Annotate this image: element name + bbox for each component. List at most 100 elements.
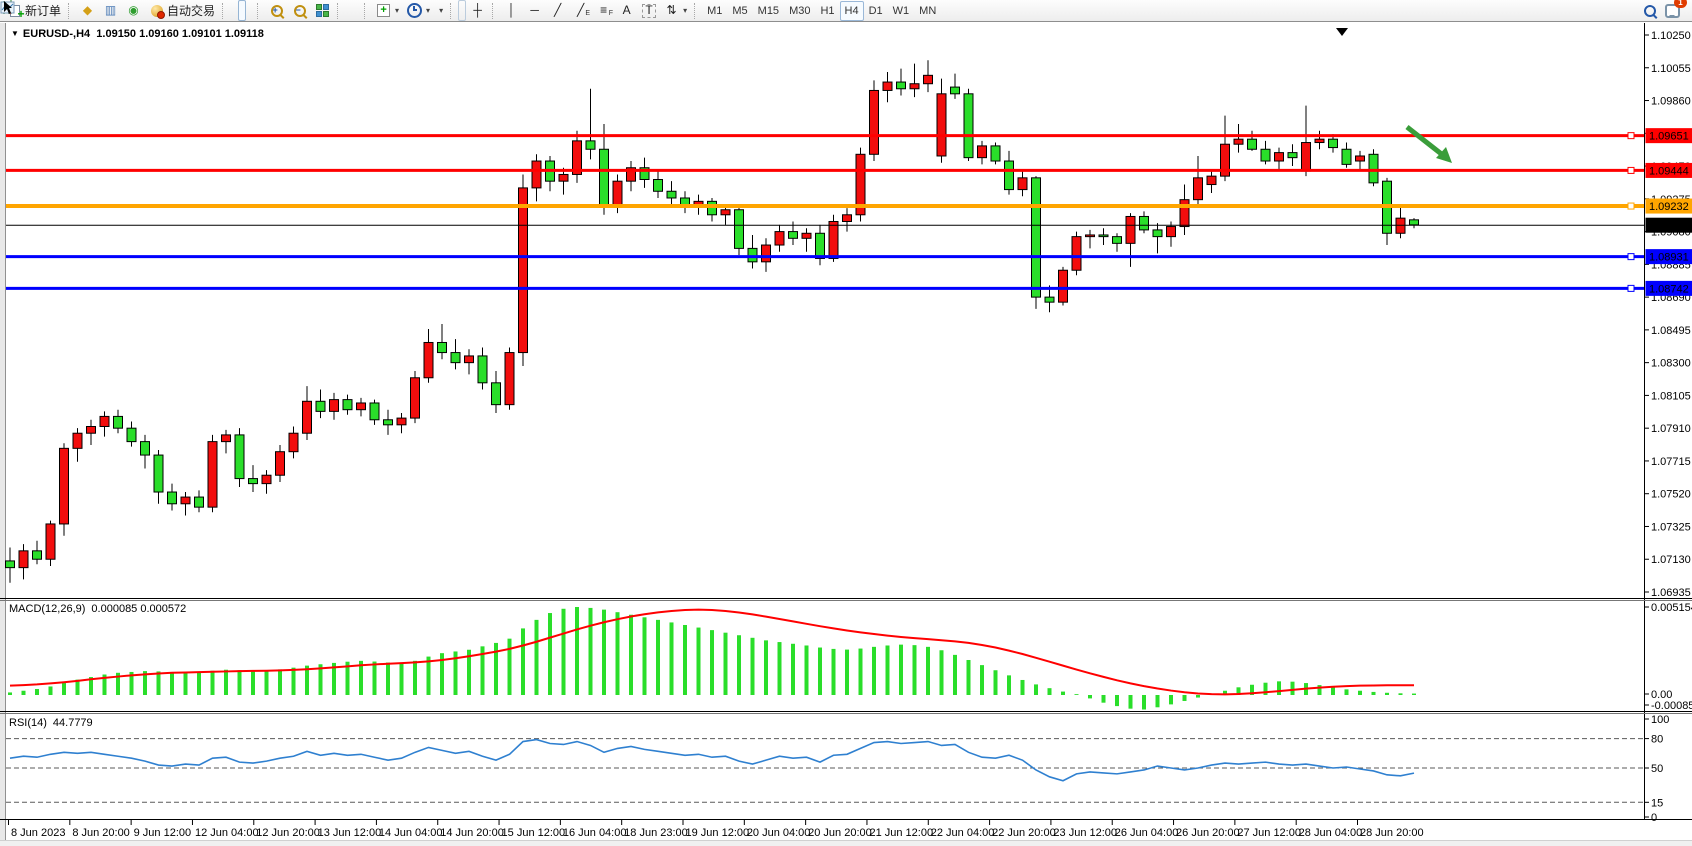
- market-watch-button[interactable]: ◆: [76, 0, 99, 21]
- candle: [937, 94, 946, 156]
- price-tick-label: 1.06935: [1651, 587, 1691, 599]
- candle: [397, 418, 406, 425]
- chart-canvas[interactable]: 1.102501.100551.098601.096651.094701.092…: [0, 0, 1692, 846]
- zoom-out-button[interactable]: −: [288, 0, 311, 21]
- candle: [33, 551, 42, 559]
- zoom-in-icon: +: [269, 3, 284, 18]
- hline-handle[interactable]: [1628, 133, 1634, 139]
- candlestick-chart-button[interactable]: [238, 0, 246, 21]
- vertical-line-button[interactable]: │: [500, 0, 523, 21]
- tile-windows-button[interactable]: [311, 0, 334, 21]
- time-axis-label: 28 Jun 04:00: [1299, 827, 1363, 839]
- candle: [1261, 149, 1270, 161]
- cursor-button[interactable]: [458, 0, 466, 21]
- timeframe-m5-button[interactable]: M5: [727, 1, 752, 21]
- line-chart-button[interactable]: [246, 0, 254, 21]
- time-axis-label: 22 Jun 04:00: [931, 827, 995, 839]
- text-tool-button[interactable]: A: [615, 0, 638, 21]
- hline-handle[interactable]: [1628, 285, 1634, 291]
- chart-symbol-period: EURUSD-,H4: [23, 28, 90, 40]
- candlestick-series: [6, 60, 1419, 583]
- candle: [424, 342, 433, 377]
- price-badge-label: 1.09444: [1649, 165, 1689, 177]
- rsi-tick-label: 0: [1651, 812, 1657, 824]
- timeframe-m15-button[interactable]: M15: [753, 1, 784, 21]
- fibonacci-button[interactable]: ≡F: [592, 0, 615, 21]
- candle: [559, 174, 568, 181]
- chat-button[interactable]: 1: [1661, 0, 1684, 21]
- timeframe-m1-button[interactable]: M1: [702, 1, 727, 21]
- candle: [816, 233, 825, 258]
- candle: [492, 383, 501, 405]
- timeframe-mn-button[interactable]: MN: [914, 1, 941, 21]
- candle: [195, 497, 204, 507]
- periods-button[interactable]: ▾: [403, 0, 434, 21]
- time-axis-label: 12 Jun 20:00: [256, 827, 320, 839]
- price-tick-label: 1.07130: [1651, 554, 1691, 566]
- timeframe-d1-button[interactable]: D1: [864, 1, 888, 21]
- toolbar-separator: [364, 3, 369, 19]
- candle: [208, 442, 217, 508]
- candle: [883, 82, 892, 90]
- time-axis-label: 26 Jun 04:00: [1115, 827, 1179, 839]
- candle: [586, 141, 595, 149]
- timeframe-h1-button[interactable]: H1: [815, 1, 839, 21]
- rsi-tick-label: 100: [1651, 714, 1669, 726]
- crosshair-icon: ┼: [470, 3, 485, 18]
- price-tick-label: 1.07325: [1651, 521, 1691, 533]
- candle: [600, 149, 609, 206]
- channel-button[interactable]: ╱E: [569, 0, 592, 21]
- notification-badge: 1: [1674, 0, 1687, 8]
- candle: [370, 403, 379, 420]
- candle: [181, 497, 190, 504]
- candle: [1248, 139, 1257, 149]
- price-tick-label: 1.08495: [1651, 325, 1691, 337]
- time-axis-label: 27 Jun 12:00: [1237, 827, 1301, 839]
- fibonacci-icon: ≡F: [596, 3, 611, 18]
- chart-shift-button[interactable]: [353, 0, 361, 21]
- candle: [1207, 176, 1216, 184]
- hline-handle[interactable]: [1628, 203, 1634, 209]
- candle: [505, 353, 514, 405]
- candle: [154, 455, 163, 492]
- trendline-button[interactable]: ╱: [546, 0, 569, 21]
- text-label-button[interactable]: T: [638, 0, 660, 21]
- chart-title[interactable]: ▼EURUSD-,H4 1.09150 1.09160 1.09101 1.09…: [11, 28, 264, 40]
- auto-scroll-button[interactable]: [345, 0, 353, 21]
- zoom-in-button[interactable]: +: [265, 0, 288, 21]
- candle: [330, 400, 339, 412]
- chart-dropdown-marker-icon: ▼: [11, 29, 19, 38]
- navigator-button[interactable]: ◉: [122, 0, 145, 21]
- trendline-icon: ╱: [550, 3, 565, 18]
- candle: [1018, 178, 1027, 190]
- clock-icon: [407, 3, 422, 18]
- price-badge-label: 1.09651: [1649, 131, 1689, 143]
- chart-shift-marker-icon[interactable]: [1336, 28, 1348, 36]
- crosshair-button[interactable]: ┼: [466, 0, 489, 21]
- timeframe-m30-button[interactable]: M30: [784, 1, 815, 21]
- toolbar-separator: [222, 3, 227, 19]
- hline-handle[interactable]: [1628, 167, 1634, 173]
- trend-arrow-annotation[interactable]: [1407, 127, 1444, 156]
- timeframe-h4-button[interactable]: H4: [840, 1, 864, 21]
- indicators-button[interactable]: + ▾: [372, 0, 403, 21]
- horizontal-line-button[interactable]: ─: [523, 0, 546, 21]
- candle: [1072, 237, 1081, 271]
- bar-chart-button[interactable]: [230, 0, 238, 21]
- candle: [6, 561, 15, 568]
- search-button[interactable]: [1638, 0, 1661, 21]
- time-axis-label: 21 Jun 12:00: [869, 827, 933, 839]
- toolbar-separator: [694, 3, 699, 19]
- arrows-tool-button[interactable]: ⇅▾: [660, 0, 691, 21]
- data-window-icon: ▥: [103, 3, 118, 18]
- search-icon: [1642, 3, 1657, 18]
- candle: [168, 492, 177, 504]
- hline-handle[interactable]: [1628, 254, 1634, 260]
- autotrading-button[interactable]: 自动交易: [145, 0, 219, 21]
- candle: [478, 356, 487, 383]
- timeframe-w1-button[interactable]: W1: [888, 1, 915, 21]
- templates-button[interactable]: ▾: [434, 0, 447, 21]
- price-tick-label: 1.07520: [1651, 489, 1691, 501]
- data-window-button[interactable]: ▥: [99, 0, 122, 21]
- vertical-line-icon: │: [504, 3, 519, 18]
